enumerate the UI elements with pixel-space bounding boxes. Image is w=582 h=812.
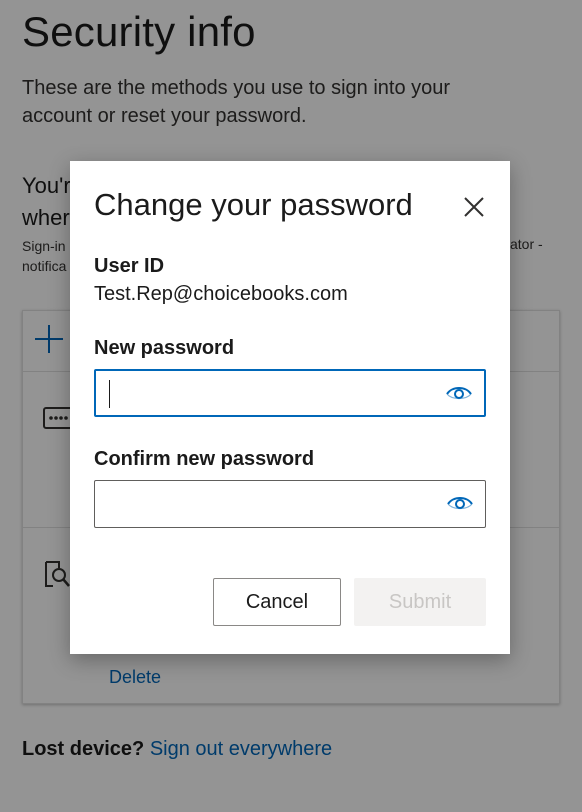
eye-icon[interactable]	[446, 384, 472, 404]
new-password-input[interactable]	[108, 371, 438, 415]
confirm-password-field[interactable]	[94, 480, 486, 528]
eye-icon[interactable]	[447, 494, 473, 514]
user-id-label: User ID	[94, 255, 165, 277]
submit-button[interactable]: Submit	[354, 578, 486, 626]
change-password-dialog: Change your password User ID Test.Rep@ch…	[70, 161, 510, 654]
user-id-value: Test.Rep@choicebooks.com	[94, 283, 348, 305]
confirm-password-label: Confirm new password	[94, 448, 315, 470]
new-password-label: New password	[94, 337, 235, 359]
new-password-field[interactable]	[94, 369, 486, 417]
text-caret	[109, 380, 110, 408]
close-icon[interactable]	[458, 191, 490, 223]
cancel-button[interactable]: Cancel	[213, 578, 341, 626]
confirm-password-input[interactable]	[107, 481, 437, 527]
dialog-title: Change your password	[94, 187, 413, 222]
